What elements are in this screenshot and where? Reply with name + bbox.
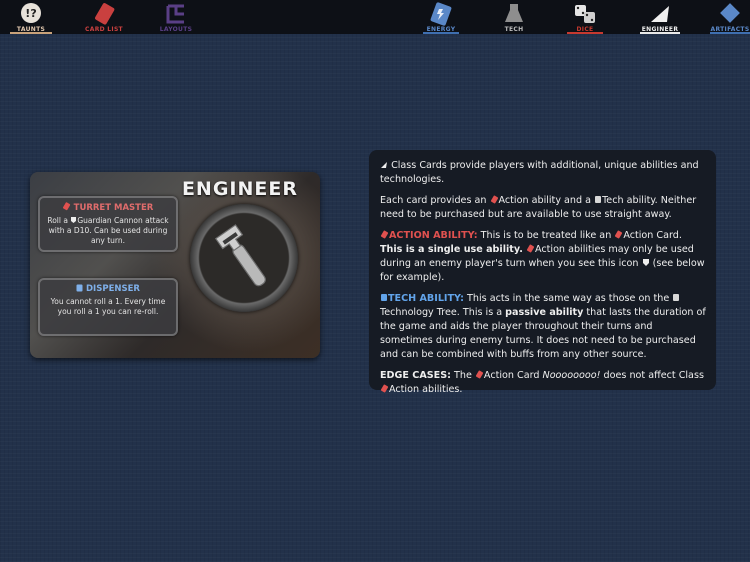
dice-icon (575, 5, 595, 23)
info-text: The (450, 370, 475, 381)
info-text: Each card provides an (380, 195, 490, 206)
desc-text: Roll a (47, 216, 71, 225)
tech-icon (505, 4, 523, 22)
info-text-bold: passive ability (505, 307, 584, 318)
tab-dice[interactable]: DICE (567, 0, 603, 34)
tech-card-icon (381, 294, 387, 301)
action-card-icon (615, 230, 623, 239)
tech-ability-heading: DISPENSER (44, 284, 172, 294)
info-text: This acts in the same way as those on th… (464, 293, 673, 304)
tab-taunts[interactable]: !? TAUNTS (10, 0, 52, 34)
top-nav-bar: !? TAUNTS CARD LIST LAYOUTS ENERGY TECH (0, 0, 750, 34)
tech-ability-desc: You cannot roll a 1. Every time you roll… (50, 297, 166, 316)
tab-label: CARD LIST (85, 26, 123, 33)
info-text: Action abilities. (389, 384, 463, 395)
tab-card-list[interactable]: CARD LIST (82, 0, 126, 34)
tab-artifacts[interactable]: ARTIFACTS (710, 0, 750, 34)
engineer-class-card: ENGINEER TURRET MASTER Roll a Guardian C… (30, 172, 320, 358)
tab-indicator (710, 32, 750, 34)
info-abilities: Each card provides an Action ability and… (380, 194, 706, 222)
tab-label: TECH (504, 26, 524, 33)
info-text: This is to be treated like an (477, 230, 615, 241)
tab-indicator (567, 32, 603, 34)
info-text: Action ability and a (498, 195, 595, 206)
card-list-icon (95, 3, 115, 25)
tech-ability-label: TECH ABILITY: (388, 293, 464, 304)
info-intro: Class Cards provide players with additio… (380, 159, 706, 187)
action-card-icon (380, 230, 389, 239)
action-ability-heading: TURRET MASTER (44, 202, 172, 213)
info-text-italic: Noooooooo! (542, 370, 601, 381)
action-card-icon (380, 384, 389, 393)
info-text: Action Card (483, 370, 543, 381)
artifacts-icon (720, 3, 740, 23)
tab-tech[interactable]: TECH (497, 0, 531, 34)
info-edge-cases: EDGE CASES: The Action Card Noooooooo! d… (380, 369, 706, 397)
action-card-icon (490, 195, 498, 204)
info-text: Action Card. (623, 230, 682, 241)
info-action-ability: ACTION ABILITY: This is to be treated li… (380, 229, 706, 285)
class-card-info-panel: Class Cards provide players with additio… (369, 150, 716, 395)
tech-card-icon (76, 284, 83, 292)
info-text: does not affect Class (600, 370, 704, 381)
tech-card-icon (595, 196, 602, 203)
tab-indicator (10, 32, 52, 34)
tab-energy[interactable]: ENERGY (423, 0, 459, 34)
taunts-icon: !? (21, 3, 41, 23)
energy-icon (430, 2, 452, 26)
action-ability-label: ACTION ABILITY: (389, 230, 478, 241)
layouts-icon (166, 4, 184, 24)
action-card-icon (526, 244, 535, 253)
tab-layouts[interactable]: LAYOUTS (156, 0, 196, 34)
action-card-icon (475, 370, 483, 379)
tab-engineer[interactable]: ENGINEER (640, 0, 680, 34)
action-ability-box: TURRET MASTER Roll a Guardian Cannon att… (38, 196, 178, 252)
svg-text:!?: !? (25, 7, 36, 20)
tech-ability-box: DISPENSER You cannot roll a 1. Every tim… (38, 278, 178, 336)
info-text: Technology Tree. This is a (380, 307, 506, 318)
tab-indicator (423, 32, 459, 34)
action-ability-name: TURRET MASTER (73, 203, 154, 213)
engineer-icon (651, 6, 669, 22)
tech-card-icon (673, 294, 680, 301)
class-emblem (190, 204, 298, 312)
info-text-bold: This is a single use ability. (380, 244, 523, 255)
tab-indicator (640, 32, 680, 34)
info-text: Class Cards provide players with additio… (380, 160, 699, 185)
shield-icon (642, 259, 649, 266)
action-ability-desc: Roll a Guardian Cannon attack with a D10… (44, 216, 172, 246)
card-title: ENGINEER (181, 178, 298, 200)
edge-cases-label: EDGE CASES: (380, 370, 451, 381)
engineer-class-icon (381, 162, 387, 168)
wrench-icon (214, 224, 266, 287)
tech-ability-name: DISPENSER (86, 284, 140, 294)
tab-label: LAYOUTS (159, 26, 193, 33)
info-tech-ability: TECH ABILITY: This acts in the same way … (380, 292, 706, 362)
action-card-icon (62, 202, 70, 211)
